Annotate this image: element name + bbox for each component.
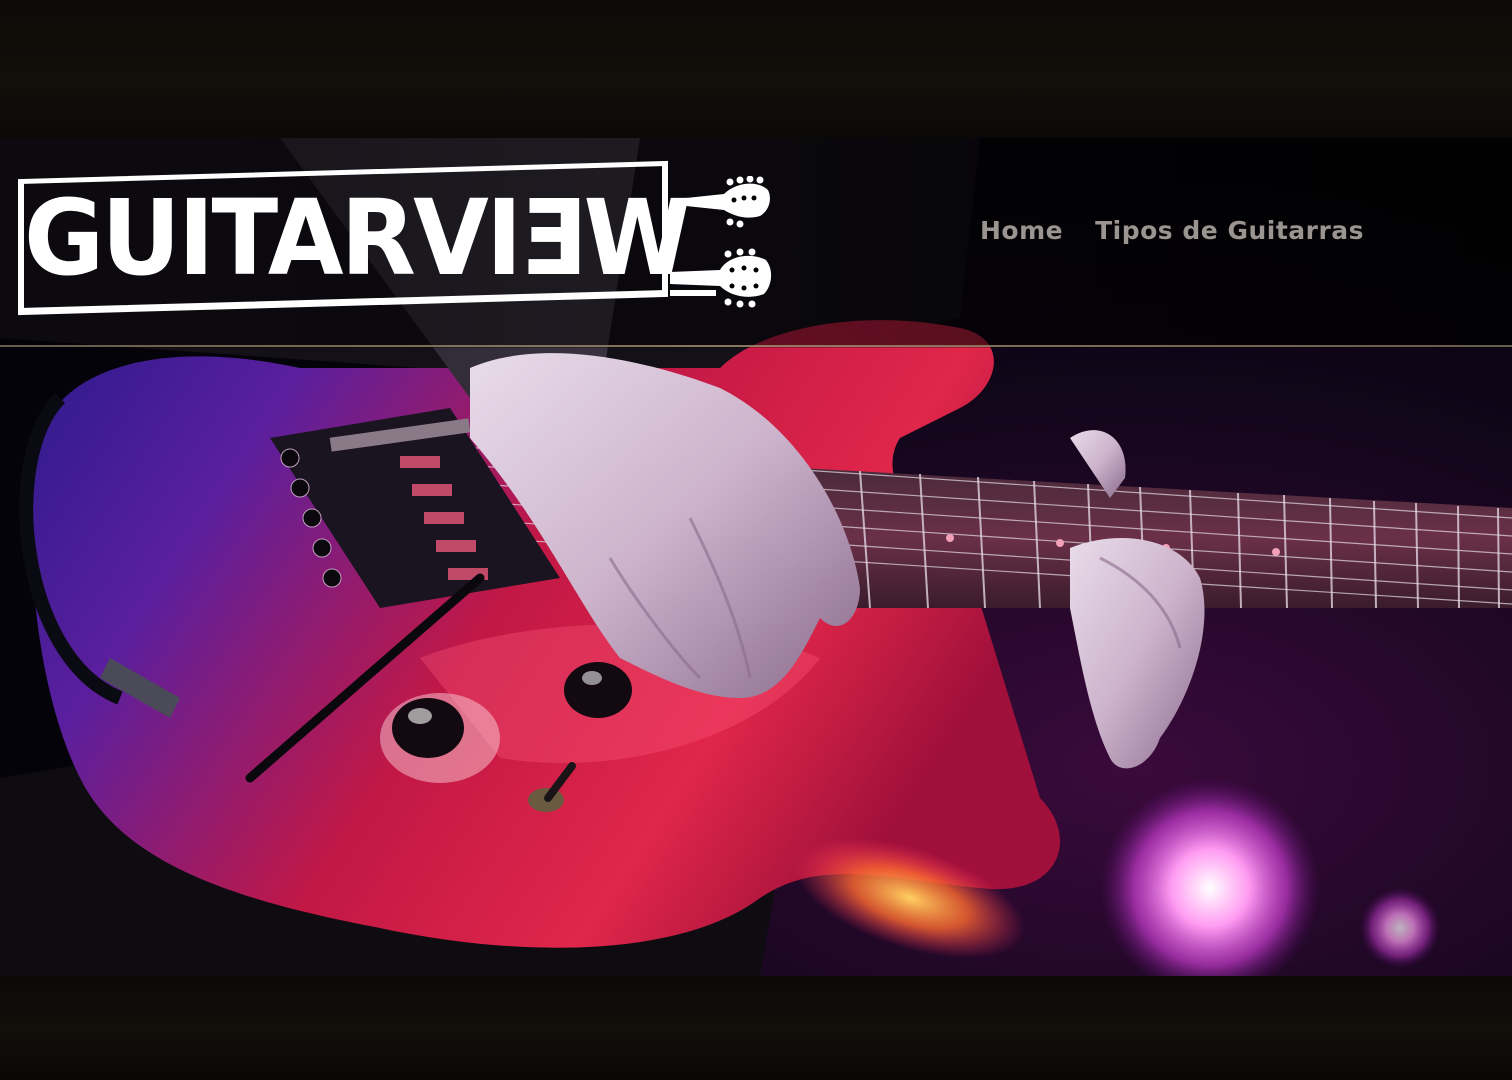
- hero-banner: GUITARVIƎW Home Tipos de Guitarras: [0, 138, 1512, 976]
- main-nav: Home Tipos de Guitarras: [980, 216, 1364, 245]
- site-logo[interactable]: GUITARVIƎW: [14, 160, 774, 320]
- logo-wordmark: GUITARVIƎW: [24, 177, 691, 299]
- page: GUITARVIƎW Home Tipos de Guitarras: [0, 0, 1512, 1080]
- site-header: GUITARVIƎW Home Tipos de Guitarras: [0, 138, 1512, 346]
- bottom-background-band: [0, 976, 1512, 1080]
- guitar-headstock-icon: [686, 176, 770, 228]
- nav-item-tipos-de-guitarras[interactable]: Tipos de Guitarras: [1095, 216, 1364, 245]
- nav-item-home[interactable]: Home: [980, 216, 1063, 245]
- header-divider: [0, 345, 1512, 347]
- guitar-headstock-icon: [670, 248, 772, 308]
- top-background-band: [0, 0, 1512, 138]
